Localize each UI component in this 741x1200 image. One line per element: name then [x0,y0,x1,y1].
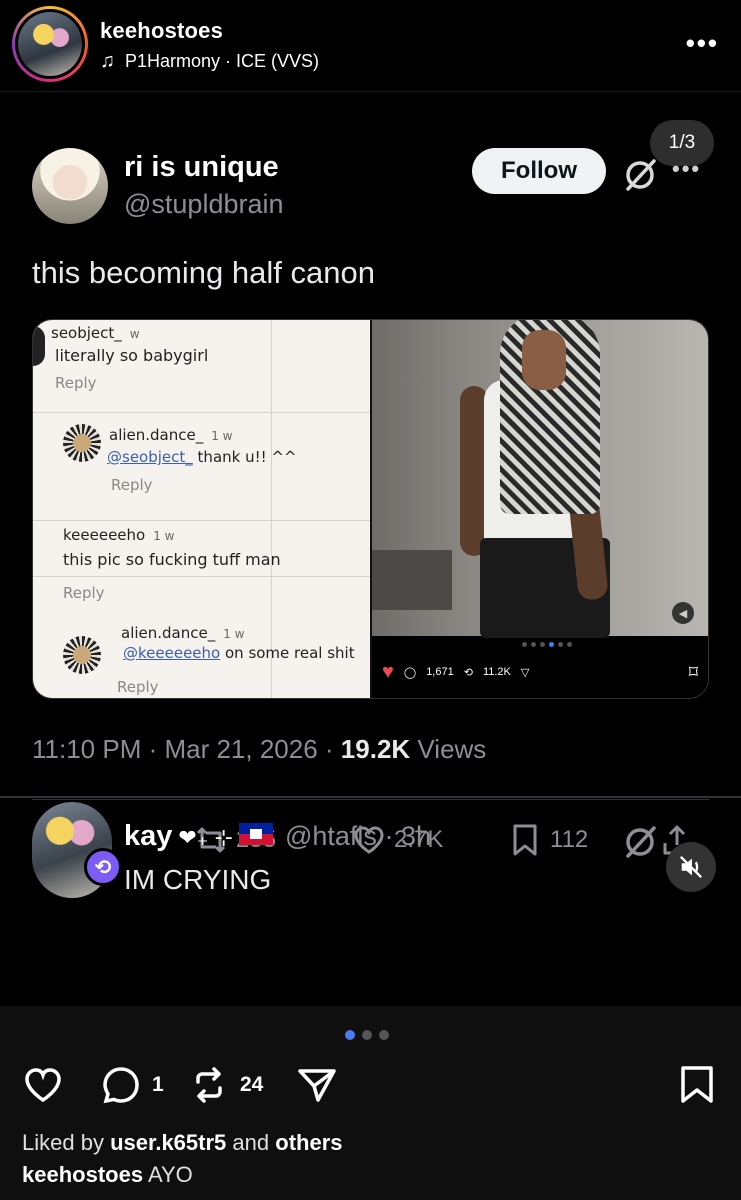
bookmark-icon: ⌑ [688,661,698,682]
ig-post-footer: 1 24 Liked by user.k65tr5 and others kee… [0,1006,741,1200]
comment-username: keeeeeeho 1 w [63,526,175,544]
music-note-icon: ♫ [100,50,115,72]
comment-text: literally so babygirl [55,346,209,365]
bookmark-icon [513,824,537,856]
tweet-media[interactable]: seobject_ w literally so babygirl Reply a… [32,319,709,699]
comment-username: alien.dance_ 1 w [109,426,233,444]
outfit-photo [372,320,708,638]
comment-button[interactable]: 1 [100,1064,164,1106]
commenter-avatar [63,636,101,674]
reply-header: kay ❤₊ ⊹ @htafls · 3h [124,820,431,853]
carousel-dots [522,642,572,647]
post-caption: keehostoes AYO [22,1162,193,1188]
bookmark-icon [681,1066,713,1103]
tweet-more-icon[interactable]: ••• [672,156,701,182]
tweet-author-handle[interactable]: @stupldbrain [124,189,284,220]
comment-text: @keeeeeeho on some real shit [123,644,355,662]
reply-text: IM CRYING [124,864,272,895]
comment-reply: Reply [55,374,97,392]
commenter-avatar [63,424,101,462]
repost-count: 24 [240,1073,264,1096]
liked-by-others[interactable]: others [275,1130,342,1155]
story-avatar[interactable] [12,6,88,82]
comment-text: @seobject_ thank u!! ^^ [107,448,297,466]
share-button[interactable] [296,1064,338,1106]
tweet-author-avatar[interactable] [32,148,108,224]
comment-icon: ◯ [403,666,417,679]
heart-icon [25,1068,61,1103]
ig-post-header: keehostoes ♫ P1Harmony · ICE (VVS) ••• [0,0,741,92]
reply-author-handle: @htafls · 3h [284,821,431,851]
bookmark-button[interactable]: 112 [508,823,588,857]
tweet-text: this becoming half canon [32,255,375,290]
comment-count: 1 [152,1073,164,1096]
heart-filled-icon: ♥ [382,660,394,683]
tweet-meta: 11:10 PM · Mar 21, 2026 · 19.2K Views [32,734,487,764]
post-author-username[interactable]: keehostoes [100,18,223,44]
comment-reply: Reply [63,584,105,602]
repost-icon: ⟲ [463,666,473,679]
comment-bubble-icon [33,326,45,366]
comments-screenshot: seobject_ w literally so babygirl Reply a… [33,320,370,698]
more-options-icon[interactable]: ••• [686,28,719,59]
haiti-flag-icon [238,823,273,845]
save-button[interactable] [676,1064,718,1106]
comment-text: this pic so fucking tuff man [63,550,281,569]
comment-icon [103,1067,139,1104]
views-label: Views [417,734,487,764]
caption-text: AYO [147,1162,193,1187]
music-title: P1Harmony · ICE (VVS) [125,51,320,71]
comment-count: 1,671 [426,666,454,678]
tweet-author-name[interactable]: ri is unique [124,151,279,184]
grok-icon[interactable] [622,157,658,193]
speaker-muted-icon [679,855,703,879]
comment-username: alien.dance_ 1 w [121,624,245,642]
ig-post-screenshot: ◀ ♥ ◯ 1,671 ⟲ 11.2K ▽ ⌑ [370,320,708,698]
repost-count: 11.2K [482,666,511,678]
comment-reply: Reply [117,678,159,696]
divider [32,799,709,800]
follow-button[interactable]: Follow [472,148,606,194]
grok-icon[interactable] [622,824,658,860]
tweet-date: Mar 21, 2026 [164,734,318,764]
comment-reply: Reply [111,476,153,494]
mute-button[interactable] [666,842,716,892]
name-decoration: ❤₊ ⊹ [178,825,233,850]
liked-by-user[interactable]: user.k65tr5 [110,1130,226,1155]
mute-icon: ◀ [672,602,694,624]
liked-by-line: Liked by user.k65tr5 and others [22,1130,343,1155]
ig-mini-actions: ♥ ◯ 1,671 ⟲ 11.2K ▽ ⌑ [382,660,698,684]
caption-username[interactable]: keehostoes [22,1162,143,1187]
views-count: 19.2K [340,734,411,764]
tweet-time: 11:10 PM [32,734,142,764]
ig-action-bar: 1 24 [0,1064,741,1108]
carousel-indicator [345,1030,389,1040]
repost-badge-icon: ⟲ [84,848,122,886]
like-button[interactable] [22,1064,64,1106]
reply-author-name[interactable]: kay [124,820,172,853]
divider [0,796,741,798]
send-icon: ▽ [520,666,530,679]
send-icon [298,1069,336,1102]
repost-button[interactable]: 24 [188,1064,263,1106]
comment-username: seobject_ w [51,324,140,342]
music-attribution[interactable]: ♫ P1Harmony · ICE (VVS) [100,50,319,73]
avatar-image [18,12,82,76]
repost-icon [196,1067,222,1103]
